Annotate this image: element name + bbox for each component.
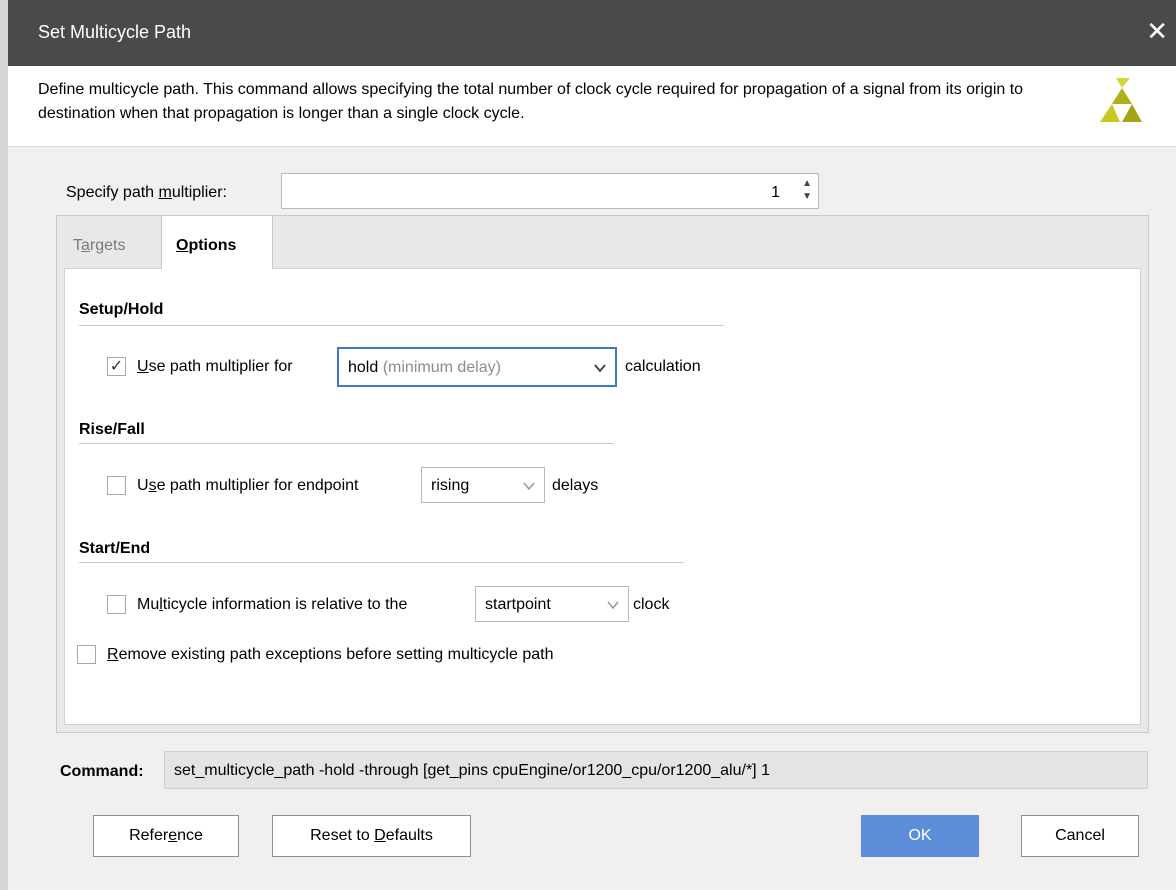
- remove-exceptions-label: Remove existing path exceptions before s…: [107, 646, 554, 663]
- dialog-header: Define multicycle path. This command all…: [8, 66, 1176, 147]
- start-end-checkbox[interactable]: [107, 595, 126, 614]
- window-edge: [0, 0, 8, 890]
- tab-panel: Targets Options Setup/Hold ✓ Use path mu…: [56, 215, 1149, 733]
- options-tab-content: Setup/Hold ✓ Use path multiplier for hol…: [64, 268, 1141, 725]
- setup-hold-select-hint: (minimum delay): [382, 359, 501, 376]
- rise-fall-select[interactable]: rising: [421, 467, 545, 503]
- setup-hold-checkbox[interactable]: ✓: [107, 357, 126, 376]
- setup-hold-suffix: calculation: [625, 358, 701, 375]
- path-multiplier-value: 1: [771, 184, 780, 201]
- path-multiplier-label: Specify path multiplier:: [66, 184, 227, 201]
- start-end-suffix: clock: [633, 596, 670, 613]
- command-field[interactable]: set_multicycle_path -hold -through [get_…: [164, 751, 1148, 789]
- path-multiplier-spinner[interactable]: 1 ▲ ▼: [281, 173, 819, 209]
- reference-button[interactable]: Reference: [93, 815, 239, 857]
- set-multicycle-path-dialog: Set Multicycle Path ✕ Define multicycle …: [8, 0, 1176, 890]
- remove-exceptions-checkbox[interactable]: [77, 645, 96, 664]
- rise-fall-checkbox[interactable]: [107, 476, 126, 495]
- ok-button[interactable]: OK: [861, 815, 979, 857]
- setup-hold-select[interactable]: hold (minimum delay): [337, 347, 617, 387]
- tab-options[interactable]: Options: [161, 216, 273, 269]
- title-bar: Set Multicycle Path ✕: [8, 0, 1176, 66]
- reset-to-defaults-button[interactable]: Reset to Defaults: [272, 815, 471, 857]
- command-text: set_multicycle_path -hold -through [get_…: [174, 762, 770, 779]
- rise-fall-divider: [79, 443, 614, 444]
- setup-hold-heading: Setup/Hold: [79, 301, 164, 318]
- rise-fall-select-value: rising: [431, 477, 470, 494]
- dialog-description: Define multicycle path. This command all…: [38, 81, 1024, 122]
- start-end-select[interactable]: startpoint: [475, 586, 629, 622]
- tab-targets[interactable]: Targets: [57, 216, 161, 267]
- close-icon[interactable]: ✕: [1146, 18, 1168, 44]
- xilinx-logo-icon: [1100, 78, 1142, 122]
- window-title: Set Multicycle Path: [38, 22, 192, 42]
- chevron-down-icon: [594, 364, 606, 373]
- start-end-divider: [79, 562, 684, 563]
- chevron-down-icon: [607, 601, 619, 610]
- cancel-button[interactable]: Cancel: [1021, 815, 1139, 857]
- command-label: Command:: [60, 763, 144, 780]
- start-end-heading: Start/End: [79, 540, 151, 557]
- setup-hold-label: Use path multiplier for: [137, 358, 293, 375]
- spinner-arrows-icon[interactable]: ▲ ▼: [802, 177, 812, 203]
- chevron-down-icon: [523, 482, 535, 491]
- setup-hold-select-value: hold: [348, 359, 379, 376]
- checkmark-icon: ✓: [109, 358, 124, 375]
- start-end-select-value: startpoint: [485, 596, 551, 613]
- start-end-label: Multicycle information is relative to th…: [137, 596, 408, 613]
- rise-fall-label: Use path multiplier for endpoint: [137, 477, 359, 494]
- setup-hold-divider: [79, 325, 724, 326]
- rise-fall-suffix: delays: [552, 477, 599, 494]
- rise-fall-heading: Rise/Fall: [79, 421, 145, 438]
